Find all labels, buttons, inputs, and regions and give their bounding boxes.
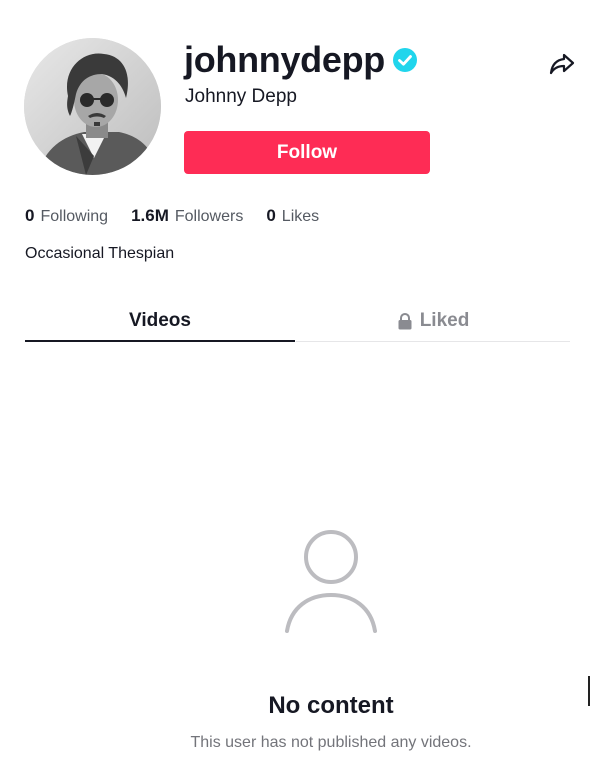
username: johnnydepp — [184, 39, 385, 80]
likes-count: 0 — [266, 206, 276, 225]
tab-divider — [296, 341, 570, 342]
empty-state-title: No content — [268, 692, 394, 719]
tab-videos[interactable]: Videos — [25, 306, 295, 336]
tab-liked-label: Liked — [419, 310, 470, 331]
stat-followers[interactable]: 1.6M Followers — [131, 206, 243, 226]
stat-following[interactable]: 0 Following — [25, 206, 108, 226]
follow-button[interactable]: Follow — [184, 131, 430, 174]
likes-label: Likes — [281, 208, 320, 225]
followers-label: Followers — [174, 208, 244, 225]
username-row: johnnydepp — [184, 36, 417, 84]
display-name: Johnny Depp — [185, 86, 297, 107]
user-icon — [285, 530, 377, 633]
profile-stats: 0 Following 1.6M Followers 0 Likes — [25, 206, 342, 226]
tab-liked[interactable]: Liked — [296, 306, 570, 336]
tab-videos-label: Videos — [129, 310, 191, 331]
share-icon[interactable] — [548, 49, 576, 77]
stat-likes: 0 Likes — [266, 206, 319, 226]
empty-state-subtitle: This user has not published any videos. — [190, 734, 472, 751]
avatar-photo — [24, 38, 161, 175]
verified-badge-icon — [392, 48, 417, 72]
followers-count: 1.6M — [131, 206, 169, 225]
active-tab-indicator — [25, 340, 295, 342]
following-count: 0 — [25, 206, 35, 225]
lock-icon — [398, 312, 412, 329]
scrollbar-thumb[interactable] — [588, 676, 590, 706]
profile-bio: Occasional Thespian — [25, 245, 175, 262]
following-label: Following — [40, 208, 109, 225]
avatar[interactable] — [24, 38, 161, 175]
